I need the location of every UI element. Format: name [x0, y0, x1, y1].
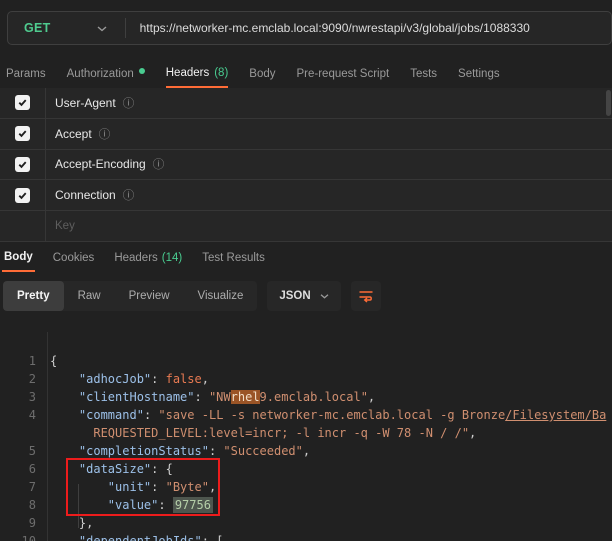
highlight-annotation-rectangle: [66, 458, 220, 516]
view-mode-segmented-control: Pretty Raw Preview Visualize: [3, 281, 257, 311]
response-tab-cookies[interactable]: Cookies: [51, 244, 97, 272]
tab-pre-request-script[interactable]: Pre-request Script: [297, 60, 390, 88]
headers-count-badge: (8): [214, 67, 228, 79]
header-key-label[interactable]: User-Agent: [55, 96, 116, 110]
header-key-label[interactable]: Connection: [55, 188, 116, 202]
scrollbar-thumb[interactable]: [606, 90, 611, 116]
wrap-lines-icon: [358, 289, 374, 303]
checkbox-accept-encoding[interactable]: [15, 157, 30, 172]
wrap-lines-button[interactable]: [351, 281, 381, 311]
http-method-select[interactable]: GET: [8, 21, 51, 35]
info-icon[interactable]: ⓘ: [153, 156, 165, 172]
response-tab-body[interactable]: Body: [2, 244, 35, 272]
url-input[interactable]: https://networker-mc.emclab.local:9090/n…: [126, 21, 530, 35]
response-tabs: Body Cookies Headers (14) Test Results: [2, 244, 267, 272]
info-icon[interactable]: ⓘ: [123, 187, 135, 203]
header-row-accept: Accept ⓘ: [0, 119, 612, 150]
view-mode-preview[interactable]: Preview: [115, 281, 184, 311]
code-line: 1{: [0, 352, 612, 370]
view-mode-visualize[interactable]: Visualize: [184, 281, 258, 311]
headers-editor-table: User-Agent ⓘ Accept ⓘ Accept-Encoding ⓘ Con…: [0, 88, 612, 242]
response-tab-headers[interactable]: Headers (14): [112, 244, 184, 272]
tab-headers[interactable]: Headers (8): [166, 60, 229, 88]
header-key-label[interactable]: Accept-Encoding: [55, 157, 146, 171]
code-line: 9 },: [0, 514, 612, 532]
response-body-editor[interactable]: 1{2 "adhocJob": false,3 "clientHostname"…: [0, 332, 612, 541]
response-view-toolbar: Pretty Raw Preview Visualize JSON: [3, 281, 381, 311]
tab-body[interactable]: Body: [249, 60, 275, 88]
code-line: 3 "clientHostname": "NWrhel9.emclab.loca…: [0, 388, 612, 406]
header-row-connection: Connection ⓘ: [0, 180, 612, 211]
tab-params[interactable]: Params: [6, 60, 46, 88]
request-url-bar: GET https://networker-mc.emclab.local:90…: [7, 11, 612, 45]
header-row-new: [0, 211, 612, 242]
tab-authorization[interactable]: Authorization: [67, 60, 145, 88]
header-key-label[interactable]: Accept: [55, 127, 92, 141]
header-row-accept-encoding: Accept-Encoding ⓘ: [0, 150, 612, 181]
checkbox-accept[interactable]: [15, 126, 30, 141]
tab-tests[interactable]: Tests: [410, 60, 437, 88]
view-mode-raw[interactable]: Raw: [64, 281, 115, 311]
response-tab-test-results[interactable]: Test Results: [200, 244, 267, 272]
chevron-down-icon: [320, 294, 329, 299]
code-line: REQUESTED_LEVEL:level=incr; -l incr -q -…: [0, 424, 612, 442]
info-icon[interactable]: ⓘ: [99, 126, 111, 142]
checkbox-connection[interactable]: [15, 188, 30, 203]
header-row-user-agent: User-Agent ⓘ: [0, 88, 612, 119]
language-select[interactable]: JSON: [267, 281, 340, 311]
response-headers-count-badge: (14): [162, 252, 182, 264]
view-mode-pretty[interactable]: Pretty: [3, 281, 64, 311]
tab-settings[interactable]: Settings: [458, 60, 500, 88]
checkbox-user-agent[interactable]: [15, 95, 30, 110]
code-line: 10 "dependentJobIds": [: [0, 532, 612, 541]
code-line: 2 "adhocJob": false,: [0, 370, 612, 388]
code-line: 4 "command": "save -LL -s networker-mc.e…: [0, 406, 612, 424]
info-icon[interactable]: ⓘ: [123, 95, 135, 111]
new-header-key-input[interactable]: [46, 220, 346, 232]
request-tabs: Params Authorization Headers (8) Body Pr…: [6, 60, 500, 88]
chevron-down-icon[interactable]: [97, 26, 107, 32]
authorization-status-dot: [139, 68, 145, 74]
